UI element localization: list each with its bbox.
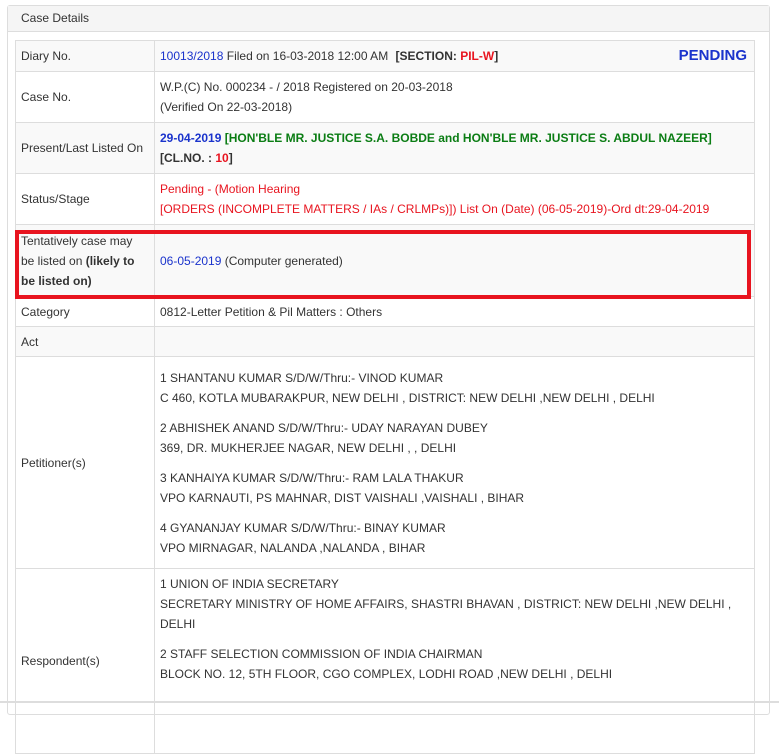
- respondent-1-address: SECRETARY MINISTRY OF HOME AFFAIRS, SHAS…: [160, 597, 732, 631]
- clno-text: [CL.NO. : 10]: [160, 151, 233, 165]
- petitioners-row: Petitioner(s) 1 SHANTANU KUMAR S/D/W/Thr…: [15, 356, 755, 569]
- petitioner-2-address: 369, DR. MUKHERJEE NAGAR, NEW DELHI , , …: [160, 440, 457, 455]
- respondents-value: 1 UNION OF INDIA SECRETARY SECRETARY MIN…: [154, 568, 755, 754]
- listed-row: Present/Last Listed On 29-04-2019 [HON'B…: [15, 122, 755, 174]
- tentative-value: 06-05-2019 (Computer generated): [154, 224, 755, 297]
- clno-value: 10: [215, 151, 229, 165]
- case-no-value: W.P.(C) No. 000234 - / 2018 Registered o…: [154, 71, 755, 123]
- tentative-row: Tentatively case may be listed on (likel…: [15, 224, 755, 297]
- respondent-1-name: 1 UNION OF INDIA SECRETARY: [160, 577, 339, 591]
- respondents-row: Respondent(s) 1 UNION OF INDIA SECRETARY…: [15, 568, 755, 754]
- tentative-label: Tentatively case may be listed on (likel…: [15, 224, 155, 297]
- act-value: [154, 326, 755, 357]
- section-label: [SECTION: PIL-W]: [395, 49, 499, 63]
- respondents-label: Respondent(s): [15, 568, 155, 754]
- petitioner-2-name: 2 ABHISHEK ANAND S/D/W/Thru:- UDAY NARAY…: [160, 420, 488, 435]
- panel-title: Case Details: [8, 6, 769, 32]
- case-details-table: Diary No. PENDING 10013/2018 Filed on 16…: [15, 40, 755, 754]
- petitioners-value: 1 SHANTANU KUMAR S/D/W/Thru:- VINOD KUMA…: [154, 356, 755, 569]
- bench-names: [HON'BLE MR. JUSTICE S.A. BOBDE and HON'…: [221, 131, 712, 145]
- petitioner-1-name: 1 SHANTANU KUMAR S/D/W/Thru:- VINOD KUMA…: [160, 370, 444, 385]
- listed-value: 29-04-2019 [HON'BLE MR. JUSTICE S.A. BOB…: [154, 122, 755, 174]
- category-label: Category: [15, 296, 155, 327]
- act-label: Act: [15, 326, 155, 357]
- status-label: Status/Stage: [15, 173, 155, 225]
- status-value: Pending - (Motion Hearing [ORDERS (INCOM…: [154, 173, 755, 225]
- diary-label: Diary No.: [15, 40, 155, 72]
- tentative-date: 06-05-2019: [160, 253, 222, 268]
- status-line-2: [ORDERS (INCOMPLETE MATTERS / IAs / CRLM…: [160, 202, 710, 216]
- computer-generated-note: (Computer generated): [221, 253, 343, 268]
- petitioner-4-name: 4 GYANANJAY KUMAR S/D/W/Thru:- BINAY KUM…: [160, 520, 446, 535]
- petitioners-label: Petitioner(s): [15, 356, 155, 569]
- act-row: Act: [15, 326, 755, 357]
- listed-date: 29-04-2019: [160, 131, 222, 145]
- filed-text: Filed on 16-03-2018 12:00 AM: [223, 49, 392, 63]
- diary-row: Diary No. PENDING 10013/2018 Filed on 16…: [15, 40, 755, 72]
- case-no-label: Case No.: [15, 71, 155, 123]
- respondent-2-address: BLOCK NO. 12, 5TH FLOOR, CGO COMPLEX, LO…: [160, 667, 613, 681]
- petitioner-1-address: C 460, KOTLA MUBARAKPUR, NEW DELHI , DIS…: [160, 390, 655, 405]
- status-badge: PENDING: [678, 47, 747, 64]
- listed-label: Present/Last Listed On: [15, 122, 155, 174]
- status-line-1: Pending - (Motion Hearing: [160, 182, 301, 196]
- case-no-row: Case No. W.P.(C) No. 000234 - / 2018 Reg…: [15, 71, 755, 123]
- diary-value: PENDING 10013/2018 Filed on 16-03-2018 1…: [154, 40, 755, 72]
- status-row: Status/Stage Pending - (Motion Hearing […: [15, 173, 755, 225]
- respondent-2-name: 2 STAFF SELECTION COMMISSION OF INDIA CH…: [160, 647, 483, 661]
- petitioner-3-name: 3 KANHAIYA KUMAR S/D/W/Thru:- RAM LALA T…: [160, 470, 464, 485]
- petitioner-4-address: VPO MIRNAGAR, NALANDA ,NALANDA , BIHAR: [160, 540, 426, 555]
- diary-number-link[interactable]: 10013/2018: [160, 49, 223, 63]
- verified-line: (Verified On 22-03-2018): [160, 100, 293, 114]
- case-no-line: W.P.(C) No. 000234 - / 2018 Registered o…: [160, 80, 453, 94]
- category-value: 0812-Letter Petition & Pil Matters : Oth…: [154, 296, 755, 327]
- petitioner-3-address: VPO KARNAUTI, PS MAHNAR, DIST VAISHALI ,…: [160, 490, 525, 505]
- section-value: PIL-W: [460, 49, 495, 63]
- category-row: Category 0812-Letter Petition & Pil Matt…: [15, 296, 755, 327]
